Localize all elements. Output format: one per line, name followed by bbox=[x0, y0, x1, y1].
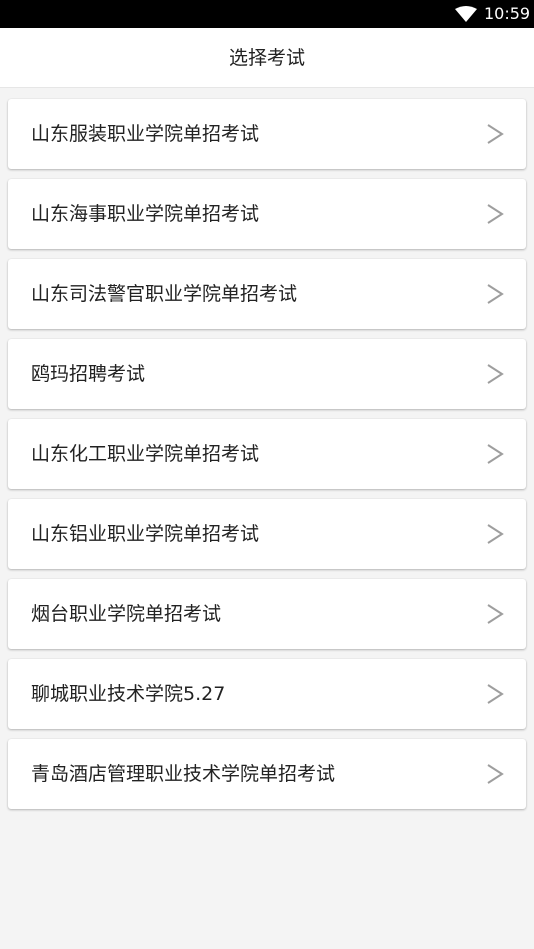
exam-label: 山东海事职业学院单招考试 bbox=[31, 203, 260, 225]
exam-label: 山东司法警官职业学院单招考试 bbox=[31, 283, 298, 305]
exam-label: 山东铝业职业学院单招考试 bbox=[31, 523, 260, 545]
exam-list-item[interactable]: 山东铝业职业学院单招考试 bbox=[8, 499, 526, 569]
status-bar: 10:59 bbox=[0, 0, 534, 28]
exam-list-item[interactable]: 山东司法警官职业学院单招考试 bbox=[8, 259, 526, 329]
chevron-right-icon bbox=[487, 364, 504, 384]
exam-label: 鸥玛招聘考试 bbox=[31, 363, 146, 385]
exam-list-item[interactable]: 青岛酒店管理职业技术学院单招考试 bbox=[8, 739, 526, 809]
exam-label: 山东服装职业学院单招考试 bbox=[31, 123, 260, 145]
exam-list-item[interactable]: 山东海事职业学院单招考试 bbox=[8, 179, 526, 249]
chevron-right-icon bbox=[487, 284, 504, 304]
chevron-right-icon bbox=[487, 604, 504, 624]
page-title: 选择考试 bbox=[228, 47, 305, 69]
exam-list-item[interactable]: 山东服装职业学院单招考试 bbox=[8, 99, 526, 169]
exam-label: 青岛酒店管理职业技术学院单招考试 bbox=[31, 763, 336, 785]
exam-label: 聊城职业技术学院5.27 bbox=[31, 683, 226, 705]
exam-label: 烟台职业学院单招考试 bbox=[31, 603, 222, 625]
exam-list-item[interactable]: 鸥玛招聘考试 bbox=[8, 339, 526, 409]
chevron-right-icon bbox=[487, 204, 504, 224]
chevron-right-icon bbox=[487, 444, 504, 464]
exam-list-item[interactable]: 聊城职业技术学院5.27 bbox=[8, 659, 526, 729]
title-bar: 选择考试 bbox=[0, 28, 534, 88]
chevron-right-icon bbox=[487, 124, 504, 144]
chevron-right-icon bbox=[487, 764, 504, 784]
exam-list-item[interactable]: 山东化工职业学院单招考试 bbox=[8, 419, 526, 489]
exam-list: 山东服装职业学院单招考试 山东海事职业学院单招考试 山东司法警官职业学院单招考试… bbox=[8, 99, 526, 819]
exam-list-item[interactable]: 烟台职业学院单招考试 bbox=[8, 579, 526, 649]
exam-label: 山东化工职业学院单招考试 bbox=[31, 443, 260, 465]
status-time: 10:59 bbox=[484, 4, 531, 23]
wifi-icon bbox=[455, 6, 477, 22]
chevron-right-icon bbox=[487, 684, 504, 704]
chevron-right-icon bbox=[487, 524, 504, 544]
